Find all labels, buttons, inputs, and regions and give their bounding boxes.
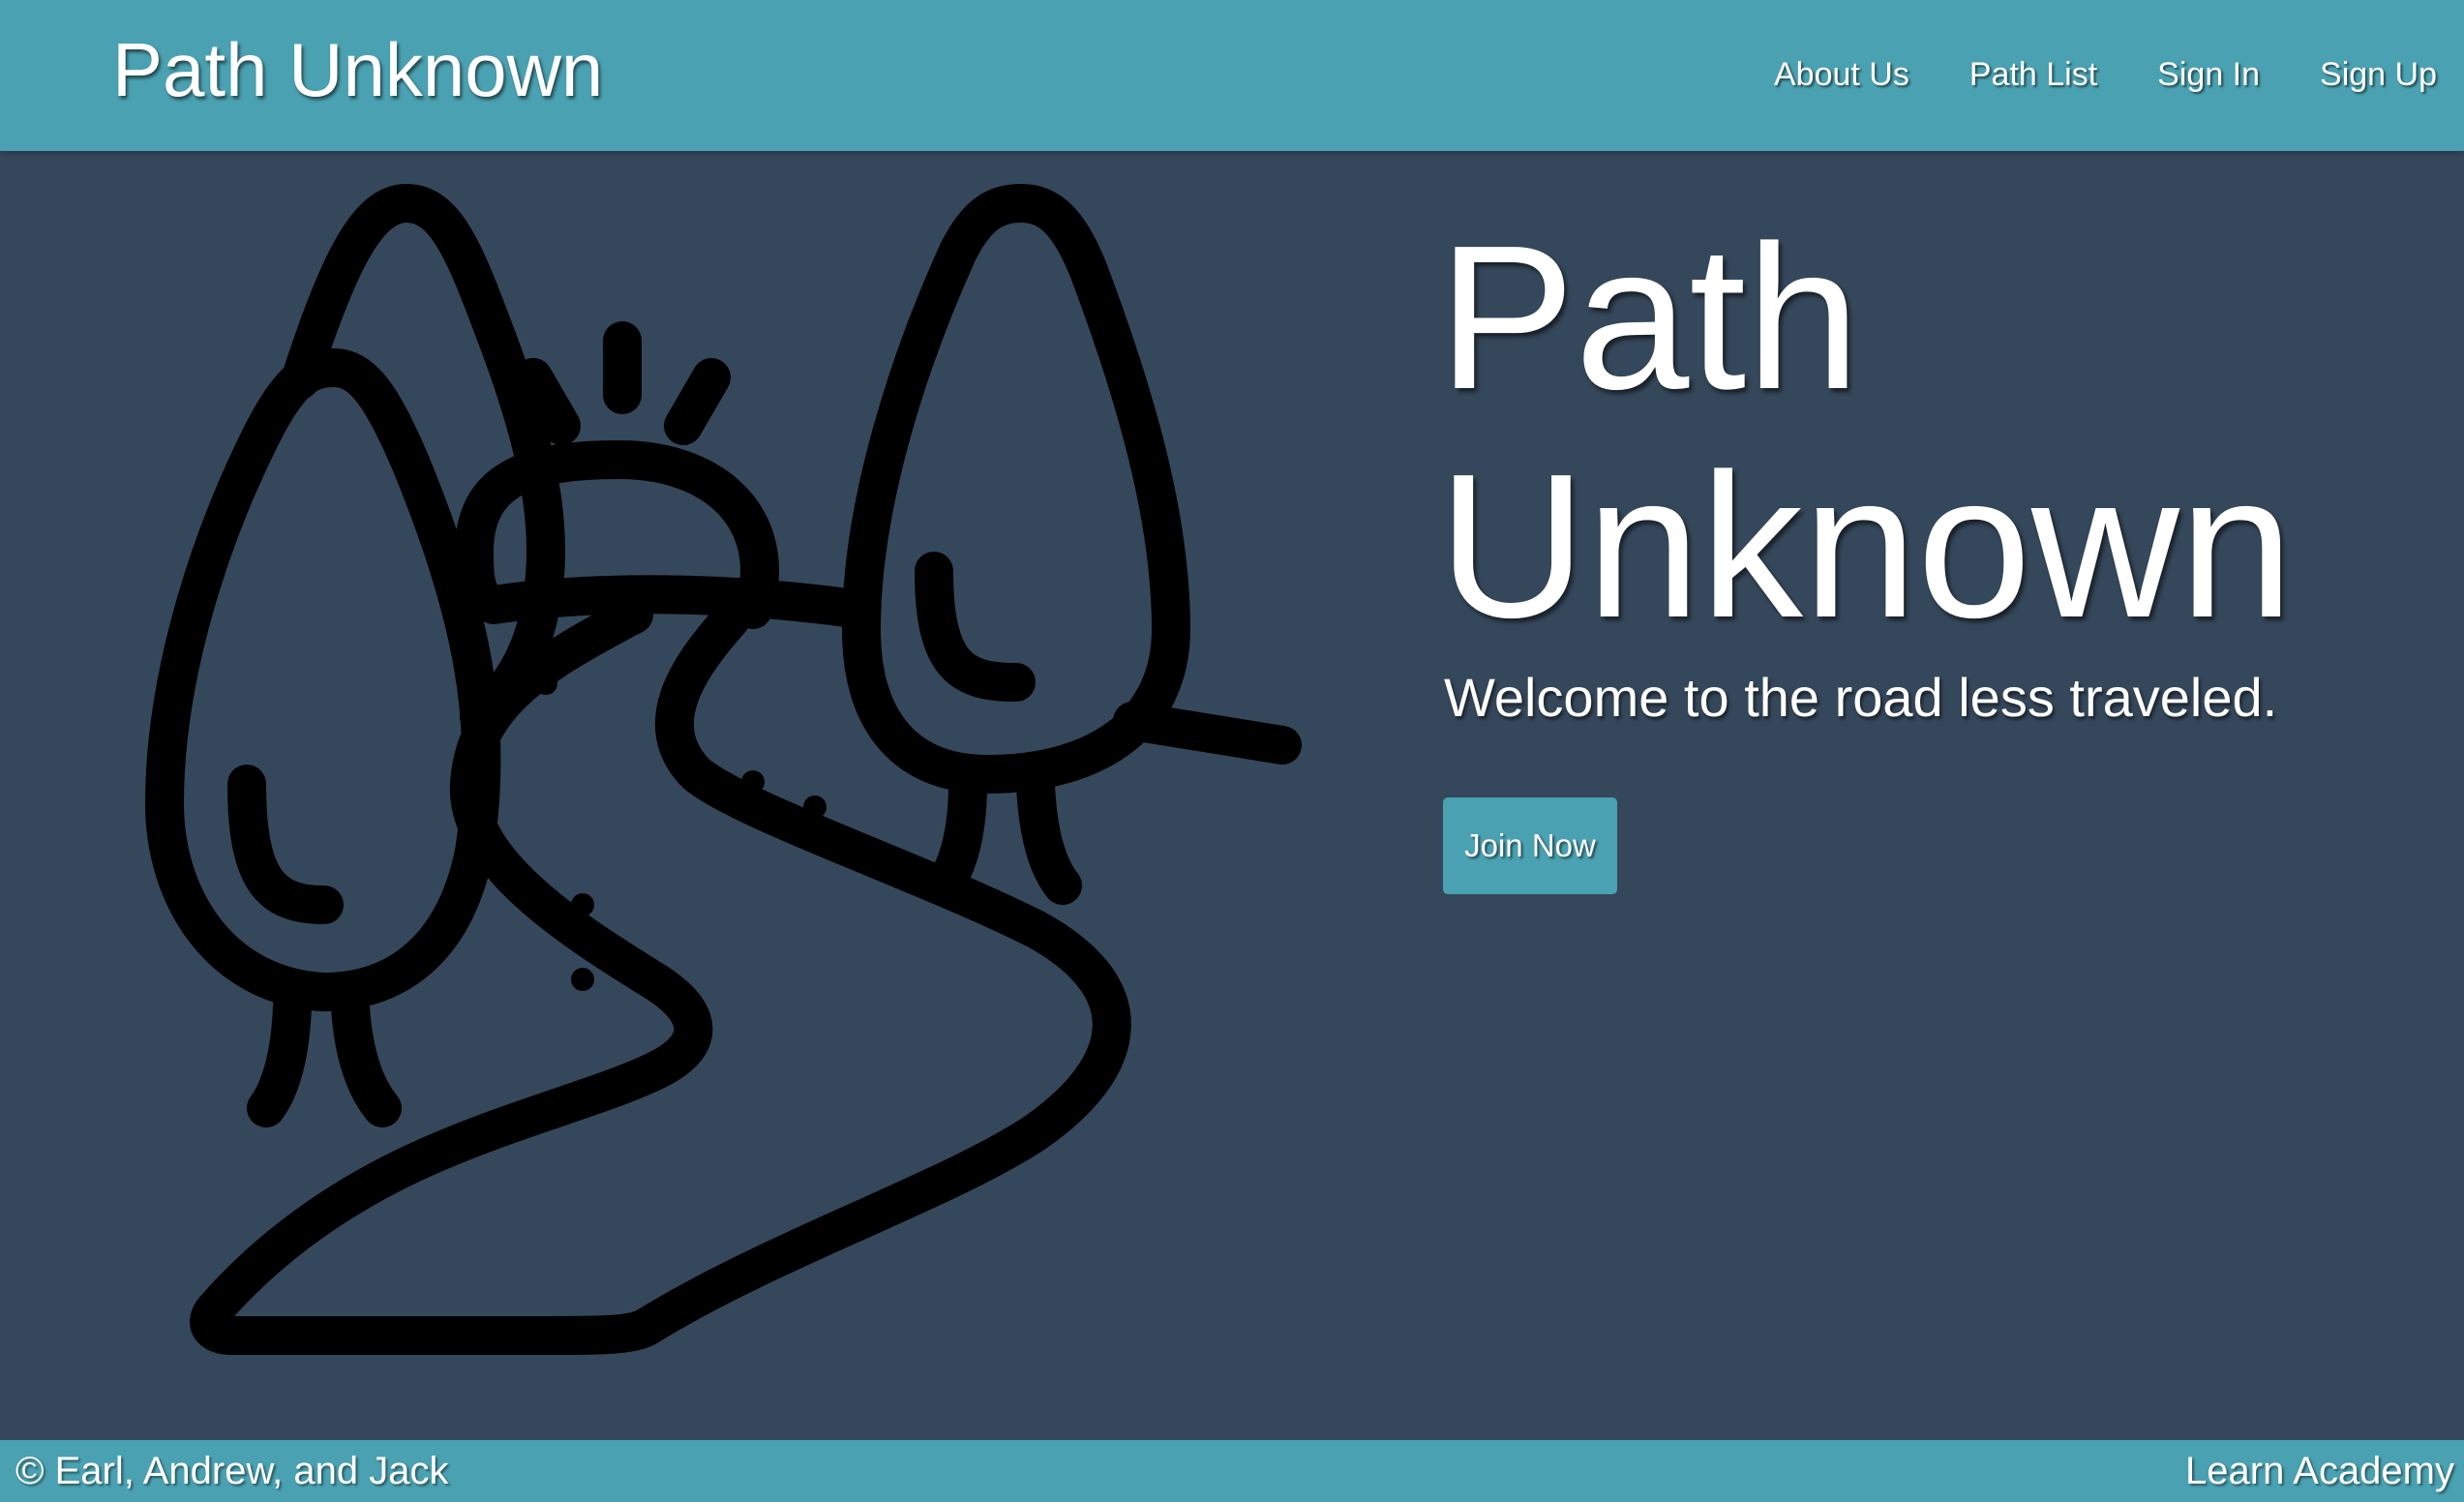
hero-title: Path Unknown: [1438, 203, 2406, 660]
nav-link-path-list[interactable]: Path List: [1969, 48, 2097, 101]
footer-org: Learn Academy: [2185, 1450, 2454, 1492]
brand-logo-link[interactable]: Path Unknown: [112, 25, 603, 114]
nav-links: About Us Path List Sign In Sign Up: [1714, 48, 2437, 101]
hero-title-line-2: Unknown: [1438, 431, 2294, 660]
hero-subtitle: Welcome to the road less traveled.: [1444, 667, 2278, 728]
nav-link-sign-up[interactable]: Sign Up: [2320, 48, 2437, 101]
footer: © Earl, Andrew, and Jack Learn Academy: [0, 1440, 2464, 1502]
join-now-button[interactable]: Join Now: [1443, 797, 1617, 894]
nav-link-sign-in[interactable]: Sign In: [2157, 48, 2260, 101]
top-navbar: Path Unknown About Us Path List Sign In …: [0, 0, 2464, 151]
nav-link-about-us[interactable]: About Us: [1774, 48, 1909, 101]
footer-credits: © Earl, Andrew, and Jack: [15, 1450, 449, 1492]
trees-path-sunrise-icon: [145, 184, 1302, 1355]
hero-title-line-1: Path: [1438, 202, 1861, 432]
